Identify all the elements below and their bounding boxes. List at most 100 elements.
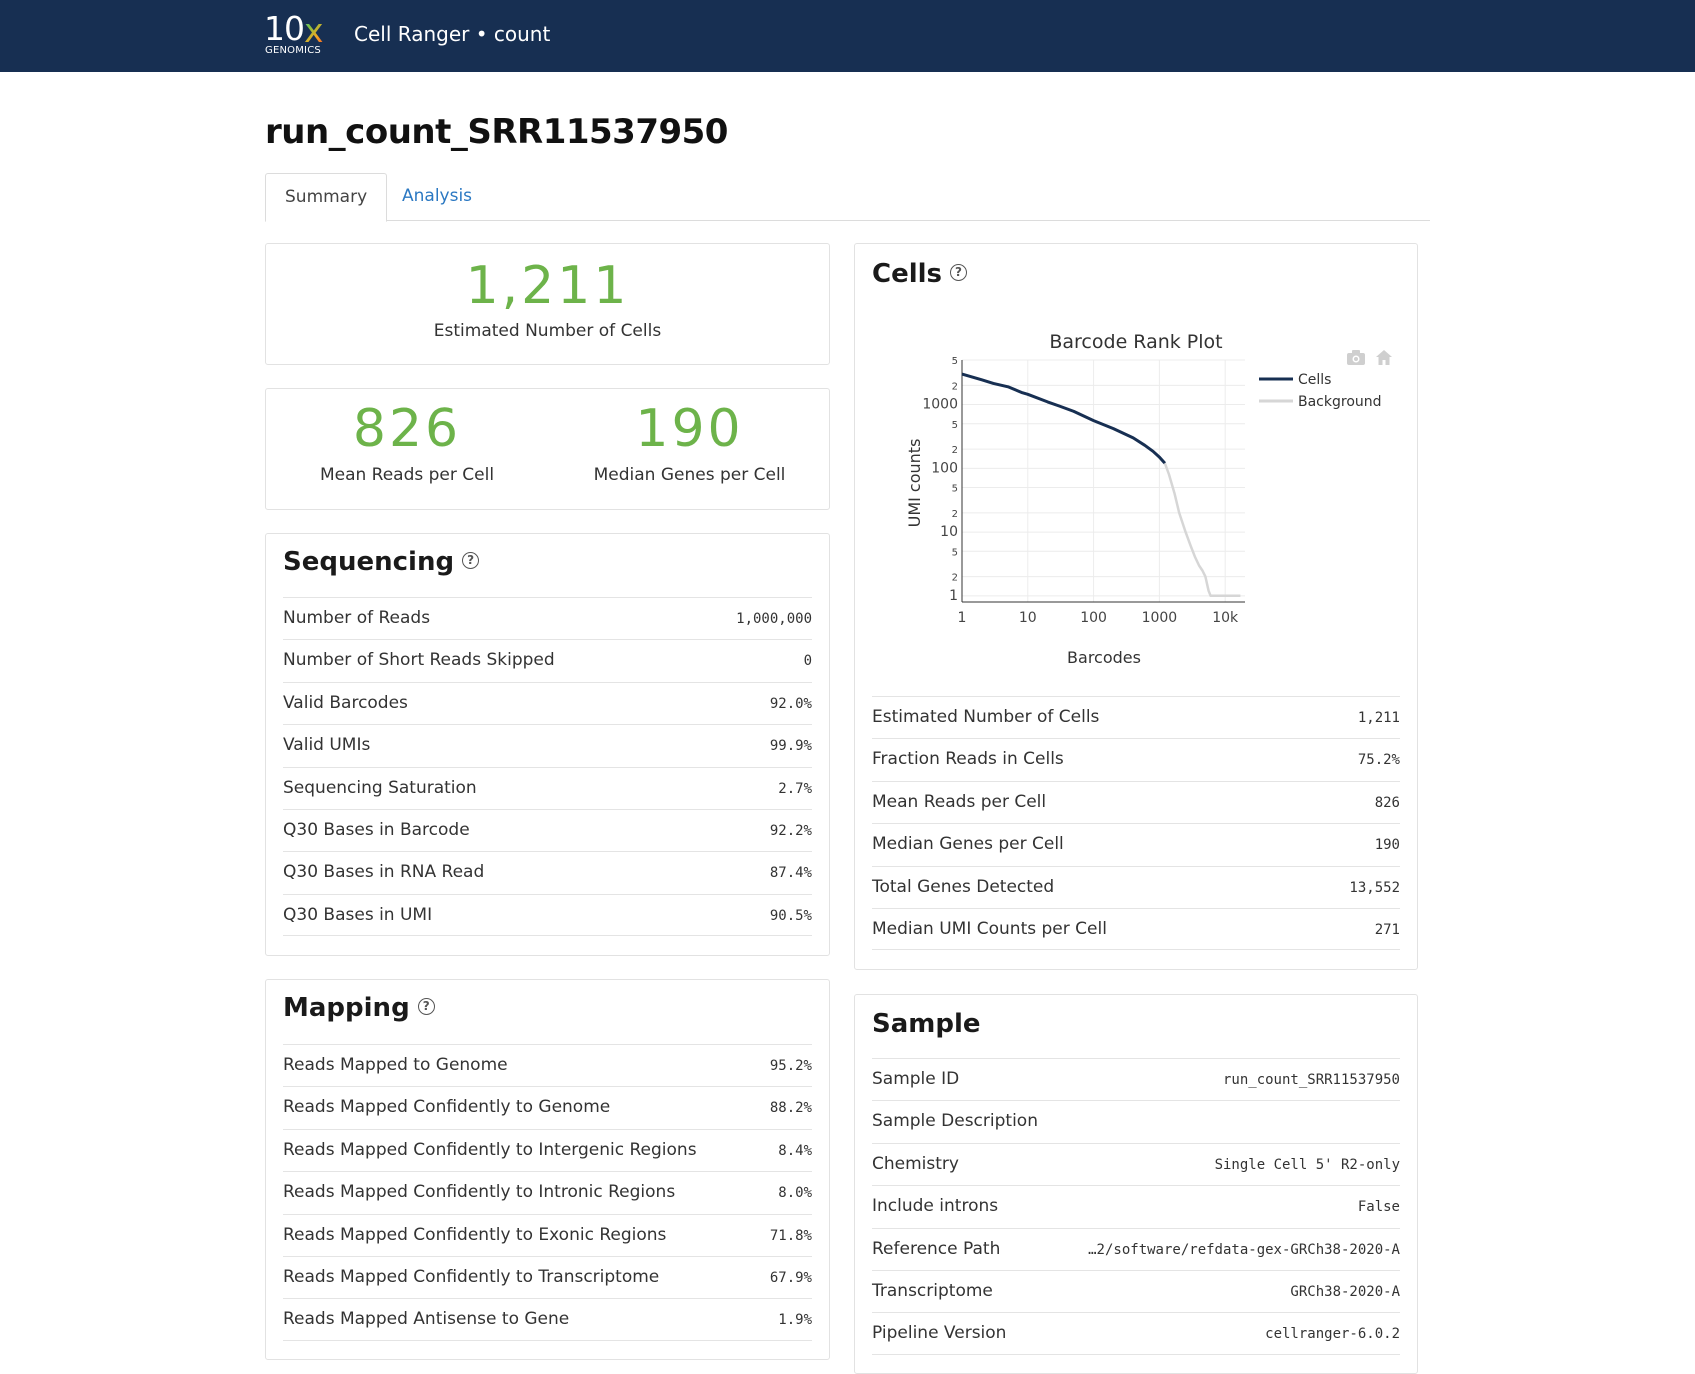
info-value: run_count_SRR11537950 xyxy=(1222,1072,1400,1088)
series-line-background[interactable] xyxy=(1163,462,1241,598)
metric-value: 8.0% xyxy=(778,1185,812,1202)
x-tick-label: 100 xyxy=(1080,610,1107,626)
metric-value: 271 xyxy=(1374,921,1400,938)
camera-icon[interactable] xyxy=(1347,350,1365,365)
metric-label: Valid Barcodes xyxy=(283,692,408,713)
table-row: Sequencing Saturation 2.7% xyxy=(283,766,812,809)
question-circle-icon[interactable]: ? xyxy=(417,998,435,1015)
metric-value: 87.4% xyxy=(769,865,812,882)
estimated-cells-label: Estimated Number of Cells xyxy=(433,321,662,341)
table-row: Include introns False xyxy=(872,1185,1400,1227)
metric-value: 99.9% xyxy=(769,738,812,755)
estimated-cells-card: 1,211 Estimated Number of Cells xyxy=(265,243,830,365)
metric-label: Fraction Reads in Cells xyxy=(872,749,1064,770)
metric-value: 826 xyxy=(1374,794,1400,811)
metric-value: 92.0% xyxy=(769,695,812,712)
tab-summary[interactable]: Summary xyxy=(265,173,388,222)
metric-label: Reads Mapped Confidently to Transcriptom… xyxy=(283,1266,660,1287)
metric-label: Q30 Bases in UMI xyxy=(283,904,433,925)
home-icon[interactable] xyxy=(1376,350,1392,365)
x-axis-label: Barcodes xyxy=(1067,648,1141,667)
table-row: Number of Reads 1,000,000 xyxy=(283,597,812,639)
table-row: Reads Mapped Confidently to Transcriptom… xyxy=(283,1255,812,1298)
sequencing-heading: Sequencing? xyxy=(283,547,480,577)
mapping-title: Mapping xyxy=(283,993,410,1023)
table-row: Median Genes per Cell 190 xyxy=(872,823,1400,865)
table-row: Number of Short Reads Skipped 0 xyxy=(283,639,812,681)
metric-value: 1.9% xyxy=(778,1312,812,1329)
metric-value: 1,000,000 xyxy=(736,611,812,627)
metric-label: Sequencing Saturation xyxy=(283,777,477,798)
y-tick-label: 1 xyxy=(949,588,958,604)
table-row: Reads Mapped Confidently to Genome 88.2% xyxy=(283,1086,812,1128)
info-label: Reference Path xyxy=(872,1238,1001,1259)
info-label: Sample Description xyxy=(872,1111,1038,1132)
y-tick-label: 1000 xyxy=(922,397,958,413)
series-line-cells[interactable] xyxy=(961,372,1167,465)
x-tick-label: 1000 xyxy=(1142,610,1178,626)
table-row: Mean Reads per Cell 826 xyxy=(872,780,1400,823)
logo-subtitle: GENOMICS xyxy=(265,45,321,56)
info-label: Include introns xyxy=(872,1196,999,1217)
table-row: Pipeline Version cellranger-6.0.2 xyxy=(872,1312,1400,1355)
table-row: Q30 Bases in UMI 90.5% xyxy=(283,893,812,937)
metric-value: 92.2% xyxy=(769,822,812,839)
mean-reads-value: 826 xyxy=(352,399,462,459)
estimated-cells-value: 1,211 xyxy=(465,256,630,316)
metric-value: 75.2% xyxy=(1357,752,1400,769)
info-value: cellranger-6.0.2 xyxy=(1265,1326,1400,1343)
barcode-rank-plot[interactable]: Barcode Rank Plot 1 10 100 1000 10k 1 2 5 10 2 5 10… xyxy=(870,320,1430,680)
y-tick-label: 2 xyxy=(952,573,958,584)
chart-legend[interactable]: Cells Background xyxy=(1259,372,1382,410)
y-tick-label: 5 xyxy=(952,484,958,495)
legend-label[interactable]: Cells xyxy=(1298,372,1331,388)
sample-title: Sample xyxy=(872,1009,981,1039)
metric-label: Q30 Bases in RNA Read xyxy=(283,862,485,883)
mean-reads-block: 826 Mean Reads per Cell xyxy=(266,389,548,511)
metric-label: Reads Mapped to Genome xyxy=(283,1055,508,1075)
median-genes-value: 190 xyxy=(635,399,744,459)
metric-label: Number of Reads xyxy=(283,608,431,628)
chart-series xyxy=(961,372,1241,598)
question-circle-icon[interactable]: ? xyxy=(950,264,968,281)
median-genes-label: Median Genes per Cell xyxy=(593,465,786,485)
table-row: Sample Description xyxy=(872,1100,1400,1142)
metric-value: 95.2% xyxy=(769,1058,812,1074)
metric-value: 1,211 xyxy=(1357,710,1400,726)
metric-label: Median UMI Counts per Cell xyxy=(872,918,1107,939)
page-title: run_count_SRR11537950 xyxy=(265,112,728,152)
info-label: Sample ID xyxy=(872,1069,960,1089)
metric-label: Reads Mapped Confidently to Genome xyxy=(283,1097,611,1118)
y-tick-label: 2 xyxy=(952,381,958,392)
10x-genomics-logo[interactable]: 10 x GENOMICS xyxy=(264,9,330,59)
table-row: Valid Barcodes 92.0% xyxy=(283,681,812,724)
metric-label: Reads Mapped Confidently to Exonic Regio… xyxy=(283,1224,667,1245)
metric-label: Total Genes Detected xyxy=(872,876,1055,897)
cells-metrics-table: Estimated Number of Cells 1,211 Fraction … xyxy=(872,696,1400,951)
y-axis-label: UMI counts xyxy=(905,439,924,528)
legend-label[interactable]: Background xyxy=(1298,394,1382,410)
question-circle-icon[interactable]: ? xyxy=(462,552,480,569)
table-row: Q30 Bases in Barcode 92.2% xyxy=(283,808,812,851)
cells-title: Cells xyxy=(872,259,943,289)
mapping-card: Mapping? Reads Mapped to Genome 95.2% Rea… xyxy=(265,979,830,1360)
table-row: Sample ID run_count_SRR11537950 xyxy=(872,1058,1400,1100)
tab-analysis[interactable]: Analysis xyxy=(383,173,491,221)
metric-label: Reads Mapped Antisense to Gene xyxy=(283,1309,570,1330)
metric-value: 71.8% xyxy=(769,1227,812,1244)
metric-label: Q30 Bases in Barcode xyxy=(283,819,470,840)
logo-number: 10 xyxy=(264,9,305,48)
table-row: Reads Mapped Confidently to Exonic Regio… xyxy=(283,1213,812,1256)
reads-genes-card: 826 Mean Reads per Cell 190 Median Genes… xyxy=(265,388,830,510)
metric-label: Reads Mapped Confidently to Intronic Reg… xyxy=(283,1182,676,1203)
table-row: Reference Path …2/software/refdata-gex-GR… xyxy=(872,1227,1400,1270)
info-label: Transcriptome xyxy=(872,1280,993,1301)
y-tick-label: 10 xyxy=(940,524,958,540)
sequencing-card: Sequencing? Number of Reads 1,000,000 Num… xyxy=(265,533,830,956)
metric-value: 8.4% xyxy=(778,1142,812,1159)
metric-label: Median Genes per Cell xyxy=(872,834,1064,855)
metric-label: Reads Mapped Confidently to Intergenic R… xyxy=(283,1139,697,1160)
chart-title: Barcode Rank Plot xyxy=(1049,331,1222,353)
metric-value: 0 xyxy=(803,653,812,670)
y-tick-label: 2 xyxy=(952,445,958,456)
